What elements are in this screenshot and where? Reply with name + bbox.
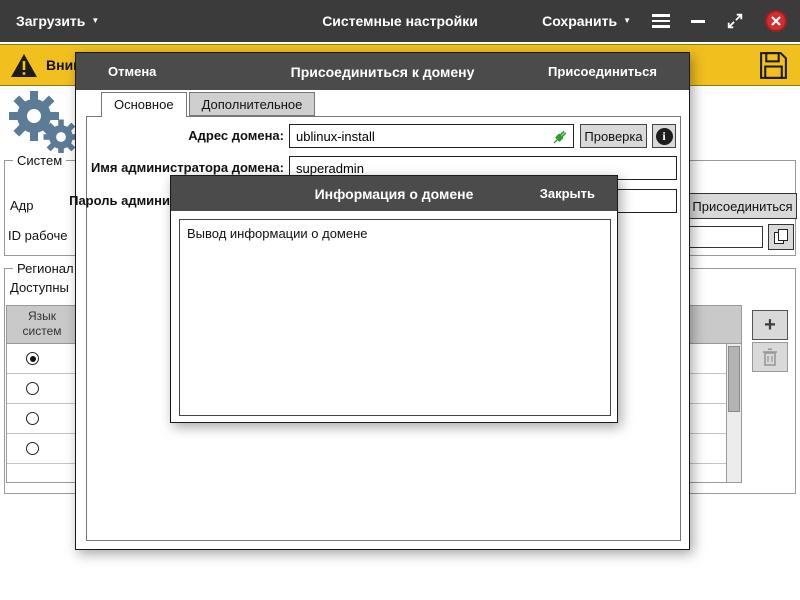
radio-icon[interactable] [26,442,39,455]
connection-ok-plug-icon [550,127,570,152]
workstation-id-label: ID рабоче [8,228,67,243]
titlebar-actions: Сохранить ▼ [542,10,787,32]
load-menu-button[interactable]: Загрузить ▼ [16,13,99,29]
language-column-header: Язык систем [7,309,77,339]
warning-icon [10,53,38,78]
system-settings-window: Загрузить ▼ Системные настройки Сохранит… [0,0,800,600]
cancel-button[interactable]: Отмена [108,64,156,79]
tab-bar: Основное Дополнительное [101,92,315,117]
join-domain-button[interactable]: Присоединиться [688,193,797,219]
copy-icon [772,228,790,246]
copy-button[interactable] [768,224,794,250]
scrollbar-thumb[interactable] [728,346,740,412]
info-dialog-titlebar: Информация о домене Закрыть [171,176,617,211]
chevron-down-icon: ▼ [91,17,99,25]
radio-selected-icon[interactable] [26,352,39,365]
hamburger-icon [652,14,670,28]
minimize-icon[interactable] [691,20,705,23]
close-button[interactable]: Закрыть [540,186,595,201]
menu-icon[interactable] [652,14,670,28]
trash-icon [761,347,779,367]
domain-info-dialog: Информация о домене Закрыть Вывод информ… [170,175,618,423]
join-dialog-titlebar: Отмена Присоединиться к домену Присоедин… [76,53,689,90]
radio-icon[interactable] [26,412,39,425]
info-icon: i [656,128,673,145]
maximize-icon[interactable] [726,12,744,30]
add-language-button[interactable]: + [752,310,788,340]
table-scrollbar[interactable] [726,344,741,482]
domain-info-button[interactable]: i [652,124,676,148]
close-icon[interactable] [765,10,787,32]
save-menu-button[interactable]: Сохранить ▼ [542,13,631,29]
domain-address-label: Адрес домена: [188,128,284,143]
domain-address-input[interactable] [290,125,573,147]
domain-info-output: Вывод информации о домене [179,219,611,416]
save-icon[interactable] [758,50,789,81]
available-languages-label: Доступны [10,280,69,295]
address-label: Адр [10,198,34,213]
remove-language-button[interactable] [752,342,788,372]
domain-address-field-wrap [289,124,574,148]
titlebar: Загрузить ▼ Системные настройки Сохранит… [0,0,800,42]
load-menu-label: Загрузить [16,13,85,29]
admin-name-label: Имя администратора домена: [91,160,284,175]
join-button[interactable]: Присоединиться [548,64,657,79]
check-button[interactable]: Проверка [580,124,647,148]
chevron-down-icon: ▼ [623,17,631,25]
domain-address-row: Адрес домена: Проверка i [76,124,689,148]
radio-icon[interactable] [26,382,39,395]
tab-main[interactable]: Основное [101,92,187,117]
tab-additional[interactable]: Дополнительное [189,92,316,116]
system-groupbox-label: Систем [13,153,66,168]
regional-groupbox-label: Регионал [13,261,78,276]
save-menu-label: Сохранить [542,13,617,29]
